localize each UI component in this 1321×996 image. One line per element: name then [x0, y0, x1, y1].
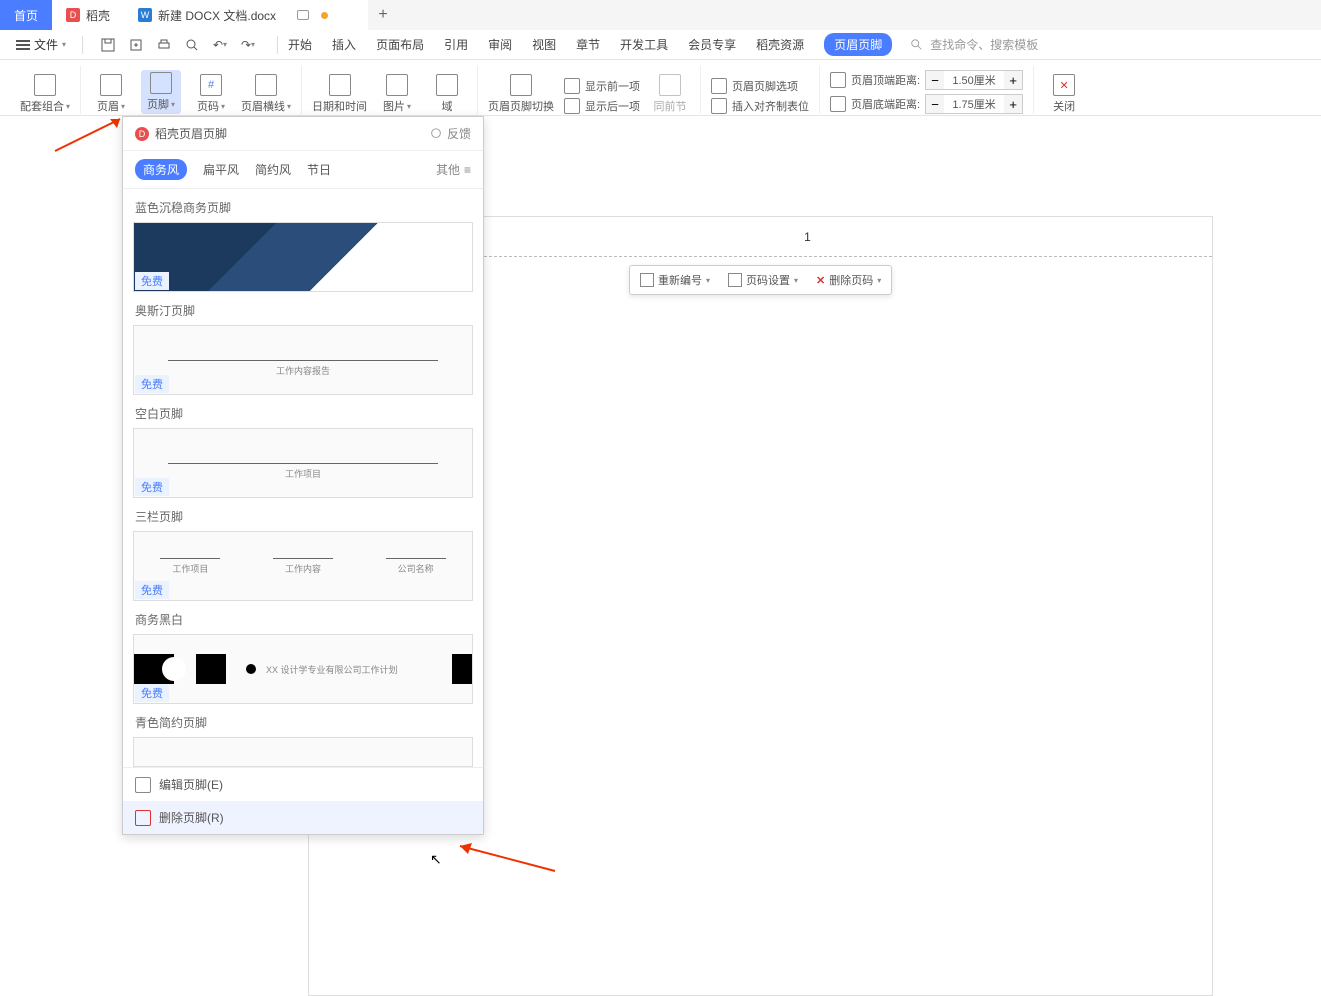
page-setup-button[interactable]: 页码设置▾ — [722, 270, 804, 290]
footer-gallery-dropdown: D稻壳页眉页脚 反馈 商务风 扁平风 简约风 节日 其他 ≡ 蓝色沉稳商务页脚 … — [122, 116, 484, 835]
header-floating-toolbar: 重新编号▾ 页码设置▾ ✕删除页码▾ — [629, 265, 892, 295]
template-item[interactable]: 奥斯汀页脚 工作内容报告免费 — [123, 292, 483, 395]
top-increase[interactable]: + — [1004, 71, 1022, 89]
ribbon-tab-review[interactable]: 审阅 — [488, 36, 512, 53]
page-setup-icon — [728, 273, 742, 287]
edit-icon — [135, 777, 151, 793]
unsaved-dot — [321, 12, 328, 19]
workspace: D稻壳页眉页脚 反馈 商务风 扁平风 简约风 节日 其他 ≡ 蓝色沉稳商务页脚 … — [0, 116, 1321, 991]
redo-button[interactable]: ↷▾ — [239, 36, 257, 54]
word-icon: W — [138, 8, 152, 22]
combo-button[interactable]: 配套组合▾ — [20, 74, 70, 114]
ribbon-tab-docer[interactable]: 稻壳资源 — [756, 36, 804, 53]
template-item[interactable]: 青色简约页脚 — [123, 704, 483, 767]
bottom-increase[interactable]: + — [1004, 95, 1022, 113]
delete-footer-action[interactable]: 删除页脚(R) — [123, 801, 483, 834]
hf-switch-button[interactable]: 页眉页脚切换 — [488, 74, 554, 114]
footer-button[interactable]: 页脚▾ — [141, 70, 181, 114]
preview-button[interactable] — [183, 36, 201, 54]
style-tabs: 商务风 扁平风 简约风 节日 其他 ≡ — [123, 151, 483, 189]
file-menu[interactable]: 文件 ▾ — [10, 34, 72, 55]
tab-home[interactable]: 首页 — [0, 0, 52, 30]
dropdown-title: D稻壳页眉页脚 — [135, 125, 227, 142]
page-number: 1 — [804, 230, 811, 244]
hf-options-button[interactable]: 页眉页脚选项 — [711, 78, 809, 94]
template-item[interactable]: 空白页脚 工作项目免费 — [123, 395, 483, 498]
bottom-value: 1.75厘米 — [944, 96, 1004, 112]
command-search[interactable]: 查找命令、搜索模板 — [910, 36, 1038, 53]
menu-bar: 文件 ▾ ↶▾ ↷▾ 开始 插入 页面布局 引用 审阅 视图 章节 开发工具 会… — [0, 30, 1321, 60]
ribbon-tab-layout[interactable]: 页面布局 — [376, 36, 424, 53]
device-icon — [297, 10, 309, 20]
template-item[interactable]: 三栏页脚 工作项目工作内容公司名称免费 — [123, 498, 483, 601]
top-value: 1.50厘米 — [944, 72, 1004, 88]
delete-icon — [135, 810, 151, 826]
print-button[interactable] — [155, 36, 173, 54]
ribbon-tab-view[interactable]: 视图 — [532, 36, 556, 53]
template-list: 蓝色沉稳商务页脚 免费 奥斯汀页脚 工作内容报告免费 空白页脚 工作项目免费 三… — [123, 189, 483, 767]
bottom-decrease[interactable]: − — [926, 95, 944, 113]
show-next-button[interactable]: 显示后一项 — [564, 98, 640, 114]
ribbon-tab-chapter[interactable]: 章节 — [576, 36, 600, 53]
ribbon-tab-developer[interactable]: 开发工具 — [620, 36, 668, 53]
hamburger-icon — [16, 38, 30, 52]
ribbon-tab-headerfooter[interactable]: 页眉页脚 — [824, 33, 892, 56]
tab-docer[interactable]: D 稻壳 — [52, 0, 124, 30]
header-top-distance: 页眉顶端距离: −1.50厘米+ — [830, 70, 1023, 90]
undo-button[interactable]: ↶▾ — [211, 36, 229, 54]
chat-icon — [429, 127, 443, 141]
edit-footer-action[interactable]: 编辑页脚(E) — [123, 768, 483, 801]
ribbon-tab-member[interactable]: 会员专享 — [688, 36, 736, 53]
ribbon-tabs: 开始 插入 页面布局 引用 审阅 视图 章节 开发工具 会员专享 稻壳资源 页眉… — [288, 33, 892, 56]
datetime-button[interactable]: 日期和时间 — [312, 74, 367, 114]
style-tab-festival[interactable]: 节日 — [307, 161, 331, 178]
ribbon-tab-references[interactable]: 引用 — [444, 36, 468, 53]
ribbon-tab-start[interactable]: 开始 — [288, 36, 312, 53]
field-button[interactable]: 域 — [427, 74, 467, 114]
feedback-link[interactable]: 反馈 — [429, 125, 471, 142]
footer-bottom-distance: 页眉底端距离: −1.75厘米+ — [830, 94, 1023, 114]
tab-document[interactable]: W 新建 DOCX 文档.docx — [124, 0, 368, 30]
style-tab-simple[interactable]: 简约风 — [255, 161, 291, 178]
ribbon-content: 配套组合▾ 页眉▾ 页脚▾ #页码▾ 页眉横线▾ 日期和时间 图片▾ 域 页眉页… — [0, 60, 1321, 116]
document-tabs: 首页 D 稻壳 W 新建 DOCX 文档.docx + — [0, 0, 1321, 30]
header-line-button[interactable]: 页眉横线▾ — [241, 74, 291, 114]
page-number-button[interactable]: #页码▾ — [191, 74, 231, 114]
same-prev-button[interactable]: 同前节 — [650, 74, 690, 114]
save-button[interactable] — [99, 36, 117, 54]
search-icon — [910, 38, 924, 52]
delete-icon: ✕ — [816, 274, 825, 287]
ribbon-tab-insert[interactable]: 插入 — [332, 36, 356, 53]
other-styles[interactable]: 其他 ≡ — [436, 161, 471, 178]
add-tab-button[interactable]: + — [368, 0, 398, 30]
docer-dot-icon: D — [135, 127, 149, 141]
renumber-button[interactable]: 重新编号▾ — [634, 270, 716, 290]
style-tab-business[interactable]: 商务风 — [135, 159, 187, 180]
style-tab-flat[interactable]: 扁平风 — [203, 161, 239, 178]
template-item[interactable]: 商务黑白 XX 设计学专业有限公司工作计划免费 — [123, 601, 483, 704]
top-decrease[interactable]: − — [926, 71, 944, 89]
renumber-icon — [640, 273, 654, 287]
delete-page-number-button[interactable]: ✕删除页码▾ — [810, 270, 887, 290]
picture-button[interactable]: 图片▾ — [377, 74, 417, 114]
cursor-icon: ↖ — [430, 851, 442, 868]
export-button[interactable] — [127, 36, 145, 54]
template-item[interactable]: 蓝色沉稳商务页脚 免费 — [123, 189, 483, 292]
insert-tab-button[interactable]: 插入对齐制表位 — [711, 98, 809, 114]
quick-access-toolbar: ↶▾ ↷▾ — [99, 36, 257, 54]
show-prev-button[interactable]: 显示前一项 — [564, 78, 640, 94]
header-button[interactable]: 页眉▾ — [91, 74, 131, 114]
docer-icon: D — [66, 8, 80, 22]
close-hf-button[interactable]: ✕关闭 — [1044, 74, 1084, 114]
